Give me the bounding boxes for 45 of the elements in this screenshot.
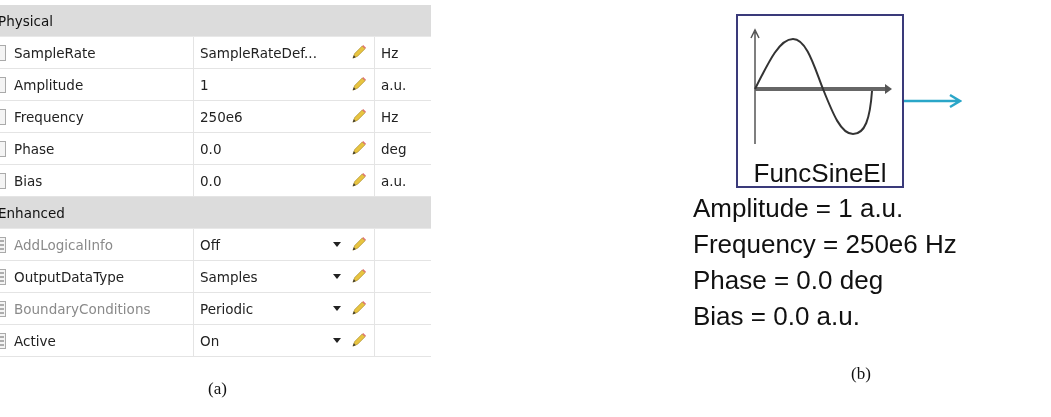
dropdown-caret-icon[interactable] [333,274,341,279]
property-value[interactable]: 1 [200,76,351,93]
unit-label: a.u. [381,76,407,93]
property-value[interactable]: On [200,332,333,349]
parameter-text: Frequency = 250e6 Hz [693,228,958,261]
pencil-icon[interactable] [351,109,366,124]
pencil-icon[interactable] [351,301,366,316]
pencil-icon[interactable] [351,269,366,284]
property-name: Phase [14,140,55,157]
pencil-icon[interactable] [351,173,366,188]
pencil-icon[interactable] [351,237,366,252]
unit-label: deg [381,140,407,157]
property-value[interactable]: SampleRateDef... [200,44,351,61]
section-header[interactable]: Enhanced [0,204,65,221]
output-arrow-icon [904,93,962,109]
property-name: OutputDataType [14,268,125,285]
function-block[interactable]: FuncSineEl [736,14,904,188]
property-value[interactable]: 0.0 [200,172,351,189]
property-name: Frequency [14,108,84,125]
dropdown-caret-icon[interactable] [333,306,341,311]
dropdown-caret-icon[interactable] [333,338,341,343]
property-value[interactable]: 250e6 [200,108,351,125]
property-name: AddLogicalInfo [14,236,113,253]
property-name: Bias [14,172,43,189]
section-header[interactable]: Physical [0,12,53,29]
pencil-icon[interactable] [351,333,366,348]
figure-caption: (b) [851,364,872,384]
pencil-icon[interactable] [351,141,366,156]
dropdown-caret-icon[interactable] [333,242,341,247]
property-name: SampleRate [14,44,96,61]
pencil-icon[interactable] [351,77,366,92]
figure-caption: (a) [208,379,228,399]
property-value[interactable]: Samples [200,268,333,285]
property-name: BoundaryConditions [14,300,151,317]
parameter-text: Phase = 0.0 deg [693,264,885,297]
unit-label: Hz [381,108,399,125]
property-name: Amplitude [14,76,84,93]
block-label: FuncSineEl [753,160,887,186]
property-value[interactable]: 0.0 [200,140,351,157]
unit-label: Hz [381,44,399,61]
unit-label: a.u. [381,172,407,189]
property-name: Active [14,332,56,349]
parameter-text: Bias = 0.0 a.u. [693,300,861,333]
pencil-icon[interactable] [351,45,366,60]
parameter-text: Amplitude = 1 a.u. [693,192,905,225]
